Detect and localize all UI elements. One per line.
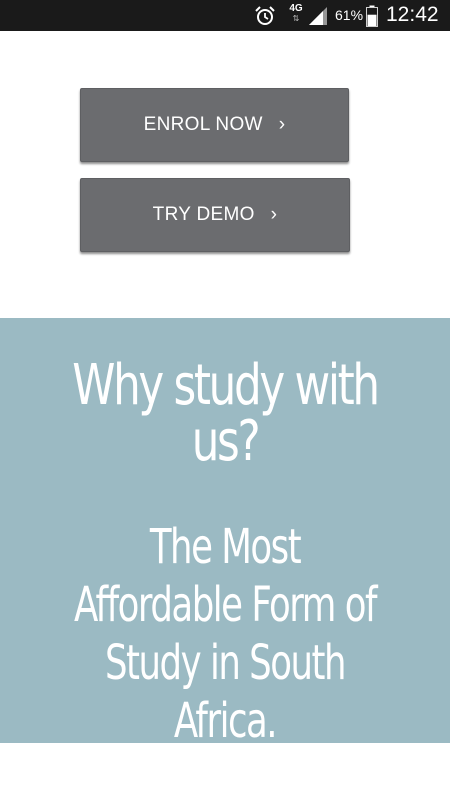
network-icon: 4G ⇅	[286, 3, 306, 27]
enrol-now-label: ENROL NOW	[143, 114, 263, 135]
status-bar: 4G ⇅ 61% 12:42	[0, 0, 450, 31]
network-type-label: 4G	[289, 3, 303, 14]
clock: 12:42	[386, 3, 439, 26]
promo-banner: Why study with us? The Most Affordable F…	[0, 318, 450, 749]
try-demo-label: TRY DEMO	[152, 204, 255, 225]
chevron-right-icon: ›	[270, 204, 278, 225]
battery-fill	[367, 14, 377, 26]
try-demo-button[interactable]: TRY DEMO ›	[80, 178, 350, 252]
battery-icon	[366, 5, 378, 32]
promo-subheading: The Most Affordable Form of Study in Sou…	[74, 519, 377, 749]
data-activity-icon: ⇅	[292, 14, 300, 23]
enrol-now-button[interactable]: ENROL NOW ›	[80, 88, 349, 162]
chevron-right-icon: ›	[278, 114, 286, 135]
promo-heading: Why study with us?	[72, 353, 380, 474]
signal-icon	[308, 6, 328, 31]
alarm-icon	[254, 5, 276, 32]
battery-percent: 61%	[335, 7, 364, 23]
